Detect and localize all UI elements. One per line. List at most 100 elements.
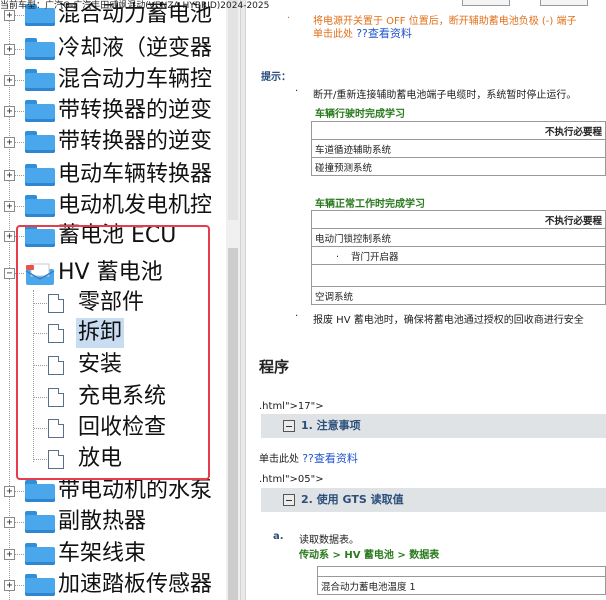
tree-folder[interactable]: + 电动机发电机控 <box>0 191 226 221</box>
table-cell: 混合动力蓄电池温度 1 <box>317 576 606 595</box>
tree-connector <box>15 584 24 586</box>
folder-icon <box>25 164 55 186</box>
toolbar-button[interactable] <box>462 0 510 6</box>
tree-label: 带转换器的逆变 <box>58 98 213 123</box>
title-bar: 当前车型：广汽G-广汽丰田威飒混动(VENZA HYBRID)2024-2025 <box>0 0 606 12</box>
html-fragment: .html">17"> <box>259 401 324 412</box>
folder-icon <box>25 480 55 502</box>
view-info-link[interactable]: ??查看资料 <box>302 452 358 465</box>
learning-table-2: 不执行必要程 电动门锁控制系统 · 背门开启器 空调系统 <box>311 210 606 305</box>
tree-connector <box>15 205 24 207</box>
tree-connector <box>15 521 24 523</box>
folder-icon <box>25 100 55 122</box>
expand-icon[interactable]: + <box>4 579 15 591</box>
toolbar-button[interactable] <box>540 0 588 6</box>
data-list-table: 混合动力蓄电池温度 1 <box>317 566 606 595</box>
html-fragment: .html">05"> <box>259 474 324 485</box>
tree-label: 带电动机的水泵 <box>58 478 213 503</box>
tree-folder[interactable]: + 加速踏板传感器 <box>0 570 226 600</box>
table-cell <box>317 566 606 577</box>
model-label: 当前车型： <box>0 1 46 11</box>
section-header-gts-read[interactable]: 2. 使用 GTS 读取值 <box>261 488 606 512</box>
expand-icon[interactable]: + <box>4 548 15 560</box>
folder-icon <box>25 131 55 153</box>
folder-icon <box>25 69 55 91</box>
hint-label: 提示： <box>261 72 291 83</box>
folder-icon <box>25 195 55 217</box>
pane-splitter[interactable] <box>240 0 246 600</box>
step-marker: a. <box>273 531 284 542</box>
tree-folder[interactable]: + 冷却液（逆变器 <box>0 34 226 64</box>
folder-icon <box>25 38 55 60</box>
expand-icon[interactable]: + <box>4 516 15 528</box>
collapse-icon[interactable] <box>283 420 295 432</box>
tree-label: 冷却液（逆变器 <box>58 36 213 61</box>
highlight-annotation-box <box>16 225 210 480</box>
table-cell: 空调系统 <box>311 286 606 305</box>
expand-icon[interactable]: + <box>4 74 15 86</box>
folder-icon <box>25 511 55 533</box>
model-value: 广汽G-广汽丰田威飒混动(VENZA HYBRID)2024-2025 <box>45 1 270 11</box>
tree-connector <box>15 553 24 555</box>
tree-label: 带转换器的逆变 <box>58 129 213 154</box>
table-cell: 碰撞预测系统 <box>311 157 606 176</box>
table-cell: 背门开启器 <box>351 251 399 263</box>
tree-connector <box>15 141 24 143</box>
expand-icon[interactable]: + <box>4 200 15 212</box>
scrollbar-track <box>228 0 238 220</box>
table-cell <box>311 264 606 287</box>
content-pane: · 将电源开关置于 OFF 位置后，断开辅助蓄电池负极 (-) 端子 单击此处 … <box>247 0 606 600</box>
table-header-cell: 不执行必要程 <box>311 210 606 229</box>
folder-icon <box>25 574 55 596</box>
expand-icon[interactable]: + <box>4 136 15 148</box>
bullet-dot: · <box>287 13 291 24</box>
tree-label: 电动机发电机控 <box>58 193 213 218</box>
expand-icon[interactable]: + <box>4 43 15 55</box>
section-title: 1. 注意事项 <box>301 419 361 432</box>
collapse-icon[interactable] <box>283 494 295 506</box>
collapse-icon[interactable]: − <box>4 267 15 279</box>
tree-folder[interactable]: + 混合动力车辆控 <box>0 65 226 95</box>
section-title: 2. 使用 GTS 读取值 <box>301 493 404 506</box>
expand-icon[interactable]: + <box>4 105 15 117</box>
bullet-dot: · <box>295 311 299 322</box>
table-header-cell: 不执行必要程 <box>311 121 606 140</box>
tree-label: 副散热器 <box>58 509 147 534</box>
table-cell: 车道循迹辅助系统 <box>311 139 606 158</box>
tree-label: 电动车辆转换器 <box>58 162 213 187</box>
tree-connector <box>15 14 24 16</box>
click-here-text: 单击此处 <box>259 454 299 465</box>
tree-connector <box>15 48 24 50</box>
tree-label: 车架线束 <box>58 541 147 566</box>
step-text: 读取数据表。 <box>299 535 359 546</box>
hint-text: 断开/重新连接辅助蓄电池端子电缆时，系统暂时停止运行。 <box>313 90 577 101</box>
tree-folder[interactable]: + 副散热器 <box>0 507 226 537</box>
table-title: 车辆行驶时完成学习 <box>315 109 405 120</box>
expand-icon[interactable]: + <box>4 230 15 242</box>
folder-icon <box>25 543 55 565</box>
tree-folder[interactable]: + 带转换器的逆变 <box>0 127 226 157</box>
view-info-link[interactable]: ??查看资料 <box>356 27 412 40</box>
table-cell: 电动门锁控制系统 <box>311 228 606 247</box>
tree-folder[interactable]: + 车架线束 <box>0 539 226 569</box>
recycle-text: 报废 HV 蓄电池时，确保将蓄电池通过授权的回收商进行安全 <box>313 315 584 326</box>
bullet-dot: · <box>336 251 340 263</box>
bullet-dot: · <box>295 86 299 97</box>
navigation-tree: + 混合动力蓄电池 + 冷却液（逆变器 + 混合动力车辆控 + 带转换器的逆变 + 带转换器的逆变… <box>0 0 240 600</box>
tree-folder[interactable]: + 电动车辆转换器 <box>0 160 226 190</box>
tree-connector <box>15 490 24 492</box>
data-list-path: 传动系 > HV 蓄电池 > 数据表 <box>299 550 440 561</box>
tree-label: 混合动力车辆控 <box>58 67 213 92</box>
expand-icon[interactable]: + <box>4 169 15 181</box>
tree-connector <box>15 110 24 112</box>
learning-table-1: 不执行必要程 车道循迹辅助系统 碰撞预测系统 <box>311 121 606 176</box>
expand-icon[interactable]: + <box>4 485 15 497</box>
tree-scrollbar[interactable] <box>226 0 240 600</box>
tree-folder[interactable]: + 带转换器的逆变 <box>0 96 226 126</box>
section-header-precautions[interactable]: 1. 注意事项 <box>261 414 606 438</box>
tree-connector <box>15 79 24 81</box>
scrollbar-thumb[interactable] <box>228 248 238 600</box>
procedure-heading: 程序 <box>259 358 290 376</box>
click-here-text: 单击此处 <box>313 29 353 40</box>
tree-folder[interactable]: + 带电动机的水泵 <box>0 476 226 506</box>
